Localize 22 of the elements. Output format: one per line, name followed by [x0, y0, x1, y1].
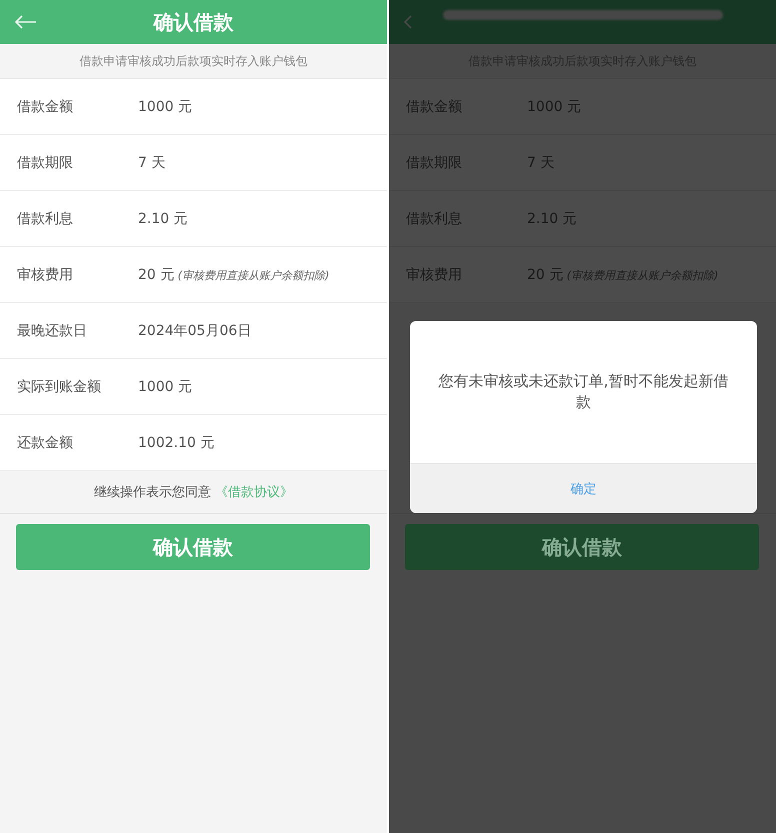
row-label: 借款期限	[17, 154, 74, 172]
row-value: 1000 元	[138, 378, 192, 396]
confirm-button[interactable]: 确认借款	[405, 524, 759, 570]
row-value: 1002.10 元	[138, 434, 214, 452]
row-value: 7 天	[138, 154, 166, 172]
ok-button[interactable]: 确定	[410, 463, 757, 513]
row-label: 实际到账金额	[17, 378, 102, 396]
agreement-link[interactable]: 《借款协议》	[215, 483, 293, 501]
agreement-text: 继续操作表示您同意	[94, 484, 211, 501]
row-label: 审核费用	[17, 266, 74, 284]
row-value: 2.10 元	[138, 210, 188, 228]
row-value: 1000 元	[138, 98, 192, 116]
page-title: 确认借款	[154, 8, 234, 36]
confirm-button[interactable]: 确认借款	[16, 524, 370, 570]
row-label: 还款金额	[17, 434, 74, 452]
dialog-message: 您有未审核或未还款订单,暂时不能发起新借款	[438, 371, 730, 413]
row-value: 2024年05月06日	[138, 322, 252, 340]
row-label: 借款金额	[17, 98, 74, 116]
row-label: 借款利息	[17, 210, 74, 228]
back-arrow-icon[interactable]	[14, 14, 38, 30]
row-value: 20 元 (审核费用直接从账户余额扣除)	[138, 266, 330, 284]
row-label: 最晚还款日	[17, 322, 88, 340]
